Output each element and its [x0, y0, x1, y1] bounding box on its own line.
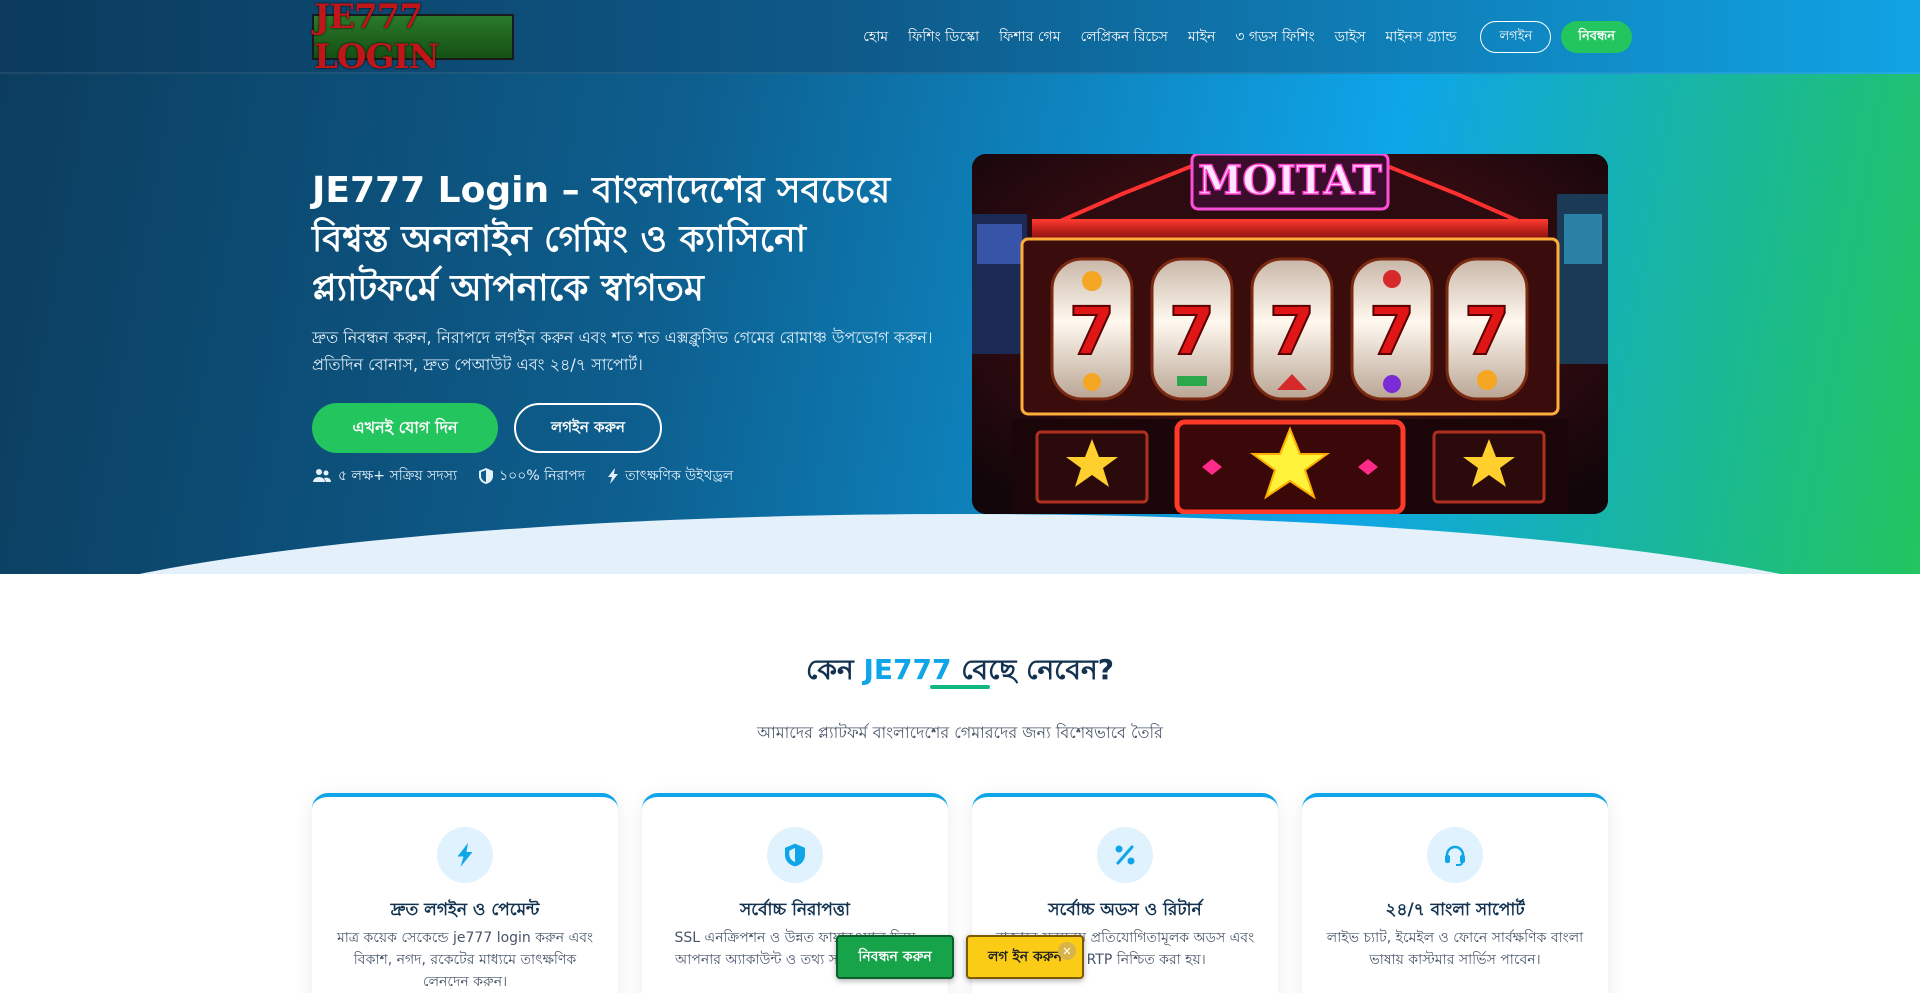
card-icon-wrap [1097, 827, 1153, 883]
feature-card-fast-login: দ্রুত লগইন ও পেমেন্ট মাত্র কয়েক সেকেন্ড… [312, 793, 618, 993]
card-title: সর্বোচ্চ অডস ও রিটার্ন [1048, 900, 1202, 920]
card-title: সর্বোচ্চ নিরাপত্তা [740, 900, 850, 920]
svg-text:MOITAT: MOITAT [1198, 157, 1382, 204]
stat-withdrawal: তাৎক্ষণিক উইথড্রল [607, 464, 733, 488]
hero-section: JE777 Login – বাংলাদেশের সবচেয়ে বিশ্বস্… [0, 74, 1920, 574]
join-now-button[interactable]: এখনই যোগ দিন [312, 403, 498, 453]
svg-text:7: 7 [1269, 293, 1315, 370]
svg-text:7: 7 [1464, 293, 1510, 370]
shield-icon [479, 468, 494, 484]
card-description: মাত্র কয়েক সেকেন্ডে je777 login করুন এব… [336, 930, 594, 990]
card-icon-wrap [767, 827, 823, 883]
stat-withdrawal-text: তাৎক্ষণিক উইথড্রল [625, 468, 734, 484]
title-underline [930, 685, 990, 689]
hero-subtitle: দ্রুত নিবন্ধন করুন, নিরাপদে লগইন করুন এব… [312, 328, 933, 374]
hero-stats: ৫ লক্ষ+ সক্রিয় সদস্য ১০০% নিরাপদ তাৎক্ষ… [312, 464, 755, 488]
floating-register-button[interactable]: নিবন্ধন করুন [836, 935, 954, 979]
card-title: ২৪/৭ বাংলা সাপোর্ট [1385, 900, 1525, 920]
features-subtitle: আমাদের প্ল্যাটফর্ম বাংলাদেশের গেমারদের জ… [757, 723, 1163, 742]
header-register-button[interactable]: নিবন্ধন [1561, 21, 1632, 53]
bolt-icon [608, 468, 619, 484]
nav-item-mines[interactable]: মাইন [1188, 25, 1215, 49]
users-icon [313, 469, 331, 482]
slot-machine-image: MOITAT 77777 [972, 154, 1608, 514]
nav-item-leprechaun-riches[interactable]: লেপ্রিকন রিচেস [1081, 25, 1168, 49]
feature-card-support: ২৪/৭ বাংলা সাপোর্ট লাইভ চ্যাট, ইমেইল ও ফ… [1302, 793, 1608, 993]
features-title-accent: JE777 [863, 653, 952, 686]
percent-icon [1115, 845, 1135, 865]
bolt-icon [457, 843, 473, 867]
site-logo[interactable]: JE777 LOGIN [312, 0, 514, 77]
card-title: দ্রুত লগইন ও পেমেন্ট [390, 900, 540, 920]
nav-item-fishing-disco[interactable]: ফিশিং ডিস্কো [908, 25, 979, 49]
nav-item-home[interactable]: হোম [863, 25, 888, 49]
stat-members-text: ৫ লক্ষ+ সক্রিয় সদস্য [338, 468, 458, 484]
svg-text:7: 7 [1369, 293, 1415, 370]
stat-secure: ১০০% নিরাপদ [479, 464, 585, 488]
shield-icon [785, 843, 805, 867]
hero-login-button[interactable]: লগইন করুন [514, 403, 662, 453]
nav-item-mines-grand[interactable]: মাইনস গ্র্যান্ড [1386, 25, 1457, 49]
nav-item-3-gods-fishing[interactable]: ৩ গডস ফিশিং [1235, 25, 1314, 49]
stat-secure-text: ১০০% নিরাপদ [499, 468, 586, 484]
card-icon-wrap [1427, 827, 1483, 883]
svg-text:7: 7 [1069, 293, 1115, 370]
nav-item-fisher-game[interactable]: ফিশার গেম [999, 25, 1060, 49]
card-description: লাইভ চ্যাট, ইমেইল ও ফোনে সার্বক্ষণিক বাং… [1326, 930, 1584, 968]
site-header: JE777 LOGIN হোম ফিশিং ডিস্কো ফিশার গেম ল… [0, 0, 1920, 77]
close-icon[interactable]: ✕ [1058, 942, 1076, 960]
header-login-button[interactable]: লগইন [1480, 21, 1552, 53]
nav-item-dice[interactable]: ডাইস [1335, 25, 1366, 49]
stat-members: ৫ লক্ষ+ সক্রিয় সদস্য [312, 464, 457, 488]
card-icon-wrap [437, 827, 493, 883]
hero-wave-divider [0, 514, 1920, 574]
main-nav: হোম ফিশিং ডিস্কো ফিশার গেম লেপ্রিকন রিচে… [843, 0, 1632, 74]
svg-text:7: 7 [1169, 293, 1215, 370]
headset-icon [1445, 845, 1465, 866]
features-title-prefix: কেন [806, 653, 854, 686]
hero-title: JE777 Login – বাংলাদেশের সবচেয়ে বিশ্বস্… [312, 170, 891, 309]
features-title-suffix: বেছে নেবেন? [961, 653, 1114, 686]
